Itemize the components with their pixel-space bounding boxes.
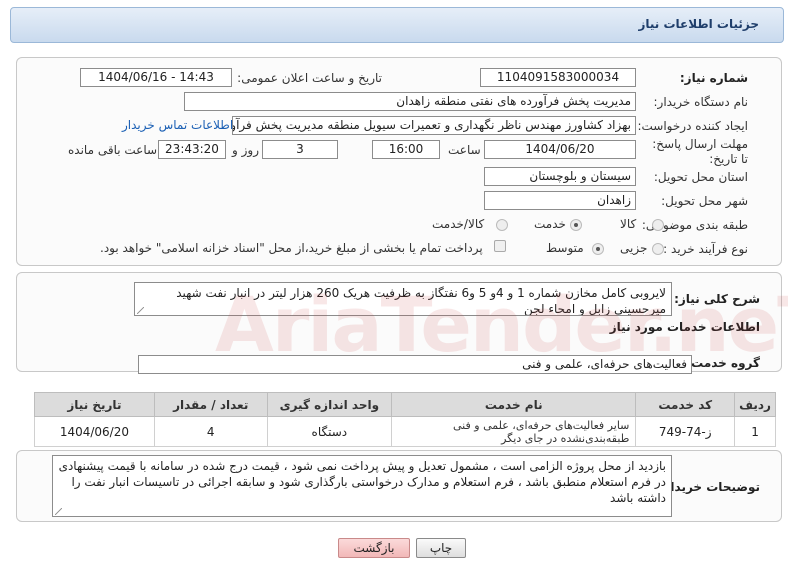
buyer-notes-textarea[interactable]: بازدید از محل پروژه الزامی است ، مشمول ت… bbox=[52, 455, 672, 517]
category-option-goods-service: کالا/خدمت bbox=[432, 217, 485, 231]
category-radio-service[interactable] bbox=[570, 219, 582, 231]
col-qty: تعداد / مقدار bbox=[153, 392, 268, 417]
deadline-time-label: ساعت bbox=[448, 143, 481, 157]
col-code: کد خدمت bbox=[635, 392, 736, 417]
province-field[interactable]: سیستان و بلوچستان bbox=[484, 167, 636, 186]
deadline-label: مهلت ارسال پاسخ: تا تاریخ: bbox=[652, 137, 748, 166]
need-number-field[interactable]: 1104091583000034 bbox=[480, 68, 636, 87]
resize-grip-icon[interactable] bbox=[55, 508, 62, 515]
purchase-option-medium: متوسط bbox=[546, 241, 584, 255]
buyer-notes-text: بازدید از محل پروژه الزامی است ، مشمول ت… bbox=[58, 459, 666, 505]
cell-row: 1 bbox=[734, 416, 776, 447]
col-date: تاریخ نیاز bbox=[34, 392, 155, 417]
requester-field[interactable]: بهزاد کشاورز مهندس ناظر نگهداری و تعمیرا… bbox=[232, 116, 636, 135]
table-header-row: ردیف کد خدمت نام خدمت واحد اندازه گیری ت… bbox=[34, 392, 776, 417]
requester-label: ایجاد کننده درخواست: bbox=[637, 119, 748, 133]
treasury-checkbox[interactable] bbox=[494, 240, 506, 252]
category-radio-goods-service[interactable] bbox=[496, 219, 508, 231]
back-button[interactable]: بازگشت bbox=[338, 538, 410, 558]
cell-qty: 4 bbox=[153, 416, 268, 447]
category-option-service: خدمت bbox=[534, 217, 566, 231]
remaining-time-field[interactable]: 23:43:20 bbox=[158, 140, 226, 159]
need-number-label: شماره نیاز: bbox=[679, 71, 748, 85]
buyer-notes-label: توضیحات خریدار: bbox=[658, 480, 760, 494]
page-title: جزئیات اطلاعات نیاز bbox=[638, 17, 759, 31]
col-name: نام خدمت bbox=[391, 392, 637, 417]
category-radio-goods[interactable] bbox=[652, 219, 664, 231]
purchase-option-minor: جزیی bbox=[620, 241, 648, 255]
resize-grip-icon[interactable] bbox=[137, 307, 144, 314]
print-button[interactable]: چاپ bbox=[416, 538, 466, 558]
remaining-time-label: ساعت باقی مانده bbox=[68, 143, 158, 157]
cell-unit: دستگاه bbox=[266, 416, 393, 447]
announce-datetime-label: تاریخ و ساعت اعلان عمومی: bbox=[237, 71, 382, 85]
cell-date: 1404/06/20 bbox=[34, 416, 155, 447]
days-label: روز و bbox=[232, 143, 259, 157]
buyer-org-label: نام دستگاه خریدار: bbox=[653, 95, 749, 109]
deadline-time-field[interactable]: 16:00 bbox=[372, 140, 440, 159]
province-label: استان محل تحویل: bbox=[653, 170, 748, 184]
days-remaining-field[interactable]: 3 bbox=[262, 140, 338, 159]
col-unit: واحد اندازه گیری bbox=[266, 392, 393, 417]
cell-code: ز-74-749 bbox=[635, 416, 736, 447]
purchase-type-label: نوع فرآیند خرید : bbox=[663, 242, 748, 256]
page-header: جزئیات اطلاعات نیاز bbox=[10, 7, 784, 43]
cell-name: سایر فعالیت‌های حرفه‌ای، علمی و فنی طبقه… bbox=[391, 416, 637, 447]
buyer-org-field[interactable]: مدیریت پخش فرآورده های نفتی منطقه زاهدان bbox=[184, 92, 636, 111]
watermark-logo: AriaTender.neT bbox=[215, 280, 788, 369]
purchase-radio-minor[interactable] bbox=[652, 243, 664, 255]
col-row: ردیف bbox=[734, 392, 776, 417]
category-option-goods: کالا bbox=[620, 217, 637, 231]
services-table: ردیف کد خدمت نام خدمت واحد اندازه گیری ت… bbox=[34, 392, 776, 447]
table-row[interactable]: 1 ز-74-749 سایر فعالیت‌های حرفه‌ای، علمی… bbox=[34, 416, 776, 447]
city-field[interactable]: زاهدان bbox=[484, 191, 636, 210]
announce-datetime-field[interactable]: 1404/06/16 - 14:43 bbox=[80, 68, 232, 87]
purchase-radio-medium[interactable] bbox=[592, 243, 604, 255]
city-label: شهر محل تحویل: bbox=[661, 194, 748, 208]
treasury-note: پرداخت تمام یا بخشی از مبلغ خرید،از محل … bbox=[100, 241, 483, 255]
buyer-contact-link[interactable]: اطلاعات تماس خریدار bbox=[122, 118, 233, 132]
deadline-date-field[interactable]: 1404/06/20 bbox=[484, 140, 636, 159]
